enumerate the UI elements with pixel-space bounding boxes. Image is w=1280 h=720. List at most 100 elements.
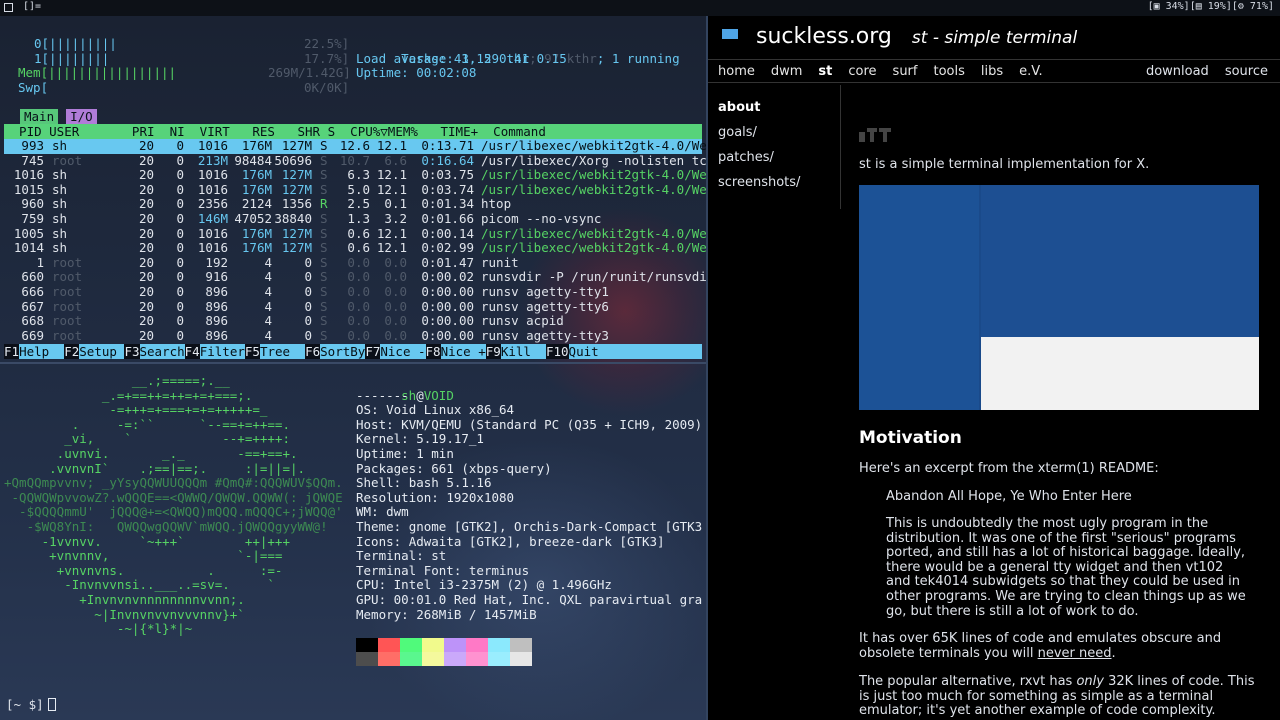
menu-item-st[interactable]: st (818, 64, 832, 79)
info-line: Resolution: 1920x1080 (356, 489, 515, 505)
process-cmd: /usr/libexec/webkit2gtk-4.0/We (481, 240, 706, 256)
process-row[interactable]: 759 sh 20 0 146M 47052 38840 S 1.3 3.2 0:01.66 pico… (4, 210, 702, 227)
fkey-label[interactable]: Quit (569, 344, 599, 359)
info-value: 1920x1080 (446, 489, 515, 505)
info-value: Adwaita [GTK2], breeze-dark [GTK3] (408, 533, 665, 549)
process-s: S (320, 167, 328, 183)
shell-prompt[interactable]: [~ $] (6, 697, 56, 712)
process-s: S (320, 313, 328, 329)
process-mem: 0.1 (384, 196, 407, 212)
fkey-f7[interactable]: F7 (365, 344, 381, 359)
fkey-label[interactable]: Nice - (380, 344, 425, 359)
process-user: sh (52, 138, 68, 153)
fkey-label[interactable]: Tree (260, 344, 305, 359)
fkey-f6[interactable]: F6 (305, 344, 321, 359)
process-shr: 0 (304, 327, 312, 343)
side-item-about[interactable]: about (718, 100, 840, 125)
menu-item-core[interactable]: core (848, 64, 876, 79)
process-virt: 896 (205, 327, 228, 343)
process-s: S (320, 327, 328, 343)
top-menu: home dwm st core surf tools libs e.V. download s… (708, 59, 1280, 83)
process-table[interactable]: 993 sh 20 0 1016 176M 127M S 12.6 12.1 0:13.71/usr… (4, 138, 706, 344)
menu-item-download[interactable]: download (1146, 64, 1209, 79)
side-item-goals[interactable]: goals/ (718, 125, 840, 150)
fkey-label[interactable]: Kill (501, 344, 546, 359)
fkey-label[interactable]: Search (140, 344, 185, 359)
info-line: WM: dwm (356, 504, 409, 520)
info-line: Terminal: st (356, 548, 447, 564)
fkey-f9[interactable]: F9 (485, 344, 501, 359)
fkey-label[interactable]: Nice + (441, 344, 486, 359)
process-row[interactable]: 666 root 20 0 896 4 0 S 0.0 0.0 0:00.00 runsv agett… (4, 283, 702, 300)
info-key: Host (356, 416, 387, 432)
function-key-bar[interactable]: F1Help F2Setup F3SearchF4FilterF5Tree F6… (4, 344, 702, 359)
process-res: 176M (241, 167, 272, 183)
fkey-f4[interactable]: F4 (184, 344, 200, 359)
fkey-label[interactable]: Help (19, 344, 64, 359)
info-line: Icons: Adwaita [GTK2], breeze-dark [GTK3… (356, 533, 665, 549)
logo-line: .uvnvi. _._ -==+==+. (4, 446, 298, 461)
process-row[interactable]: 669 root 20 0 896 4 0 S 0.0 0.0 0:00.00 runsv agett… (4, 327, 702, 344)
process-user: sh (52, 210, 68, 226)
terminal-pane[interactable]: 0[||||||||| 22.5%] 1[|||||||| 17.7%] Mem… (0, 16, 706, 720)
fkey-f10[interactable]: F10 (545, 344, 569, 359)
process-row[interactable]: 660 root 20 0 916 4 0 S 0.0 0.0 0:00.02 runsvdir -P… (4, 270, 706, 285)
process-row[interactable]: 668 root 20 0 896 4 0 S 0.0 0.0 0:00.00 runsv acpid (4, 314, 702, 329)
process-row[interactable]: 1016 sh 20 0 1016 176M 127M S 6.3 12.1 0:03.75/usr… (4, 167, 706, 183)
st-screenshot[interactable] (859, 185, 1259, 410)
never-need-link[interactable]: never need (1038, 646, 1112, 661)
tag-indicator-icon[interactable] (4, 3, 13, 12)
suckless-logo-icon[interactable] (722, 29, 738, 39)
fkey-f5[interactable]: F5 (244, 344, 260, 359)
emphasis-only: only (1076, 674, 1104, 689)
fkey-label[interactable]: Setup (79, 344, 124, 359)
process-row[interactable]: 1014 sh 20 0 1016 176M 127M S 0.6 12.1 0:02.99/usr… (4, 241, 706, 256)
info-key: Kernel (356, 431, 402, 447)
process-pid: 668 (21, 313, 44, 329)
menu-item-libs[interactable]: libs (981, 64, 1003, 79)
process-res: 4 (264, 254, 272, 270)
info-value: 5.19.17_1 (416, 431, 484, 447)
process-ni: 0 (176, 283, 184, 299)
process-res: 176M (241, 181, 272, 197)
process-user: root (52, 283, 83, 299)
process-row[interactable]: 1 root 20 0 192 4 0 S 0.0 0.0 0:01.47 runit (4, 254, 702, 271)
process-mem: 12.1 (376, 138, 407, 153)
process-row[interactable]: 993 sh 20 0 1016 176M 127M S 12.6 12.1 0:13.71/usr… (4, 138, 706, 154)
logo-line: _vi, ` --+=++++: (4, 431, 290, 447)
process-pid: 1005 (13, 225, 44, 241)
layout-indicator[interactable]: []= (23, 1, 41, 12)
side-item-screenshots[interactable]: screenshots/ (718, 175, 840, 200)
running-label: ; 1 running (596, 50, 680, 66)
process-row[interactable]: 1015 sh 20 0 1016 176M 127M S 5.0 12.1 0:03.74/usr… (4, 181, 706, 198)
menu-item-dwm[interactable]: dwm (771, 64, 803, 79)
neofetch-at: @ (416, 387, 424, 403)
fkey-f8[interactable]: F8 (425, 344, 441, 359)
site-title[interactable]: suckless.org (756, 24, 892, 49)
tab-main[interactable]: Main (20, 109, 59, 124)
process-row[interactable]: 745 root 20 0 213M 98484 50696 S 10.7 6.6 0:16.64 /… (4, 153, 706, 169)
cursor (47, 698, 56, 711)
fkey-label[interactable]: Filter (200, 344, 245, 359)
process-row[interactable]: 960 sh 20 0 2356 2124 1356 R 2.5 0.1 0:01.34 htop (4, 197, 702, 212)
menu-item-source[interactable]: source (1225, 64, 1268, 79)
fkey-f2[interactable]: F2 (64, 344, 80, 359)
menu-item-home[interactable]: home (718, 64, 755, 79)
process-row[interactable]: 1005 sh 20 0 1016 176M 127M S 0.6 12.1 0:00.14/usr… (4, 225, 706, 242)
process-time: 0:00.00 (421, 313, 474, 329)
menu-item-ev[interactable]: e.V. (1019, 64, 1042, 79)
process-row[interactable]: 667 root 20 0 896 4 0 S 0.0 0.0 0:00.00 runsv agett… (4, 298, 702, 315)
menu-item-surf[interactable]: surf (893, 64, 918, 79)
process-pri: 20 (138, 298, 154, 314)
menu-item-tools[interactable]: tools (933, 64, 964, 79)
tab-io[interactable]: I/O (66, 109, 97, 124)
process-ni: 0 (176, 167, 184, 183)
logo-line: ~|Invnvnvvnvvvnnv}+` (4, 606, 245, 622)
process-virt: 146M (197, 210, 228, 226)
side-item-patches[interactable]: patches/ (718, 150, 840, 175)
fkey-f1[interactable]: F1 (4, 344, 20, 359)
fkey-label[interactable]: SortBy (320, 344, 365, 359)
browser-pane[interactable]: suckless.org st - simple terminal home dw… (706, 16, 1280, 720)
process-table-header[interactable]: PID USER PRI NI VIRT RES SHR S CPU%▽MEM%… (4, 124, 702, 139)
fkey-f3[interactable]: F3 (124, 344, 140, 359)
